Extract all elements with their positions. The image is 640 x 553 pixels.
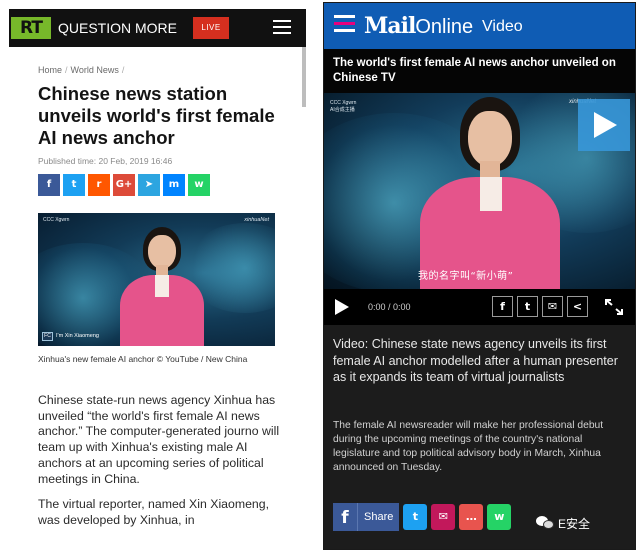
reddit-icon[interactable]: r bbox=[88, 174, 110, 196]
play-icon bbox=[335, 299, 349, 315]
video-channel-logo: CCC Xgwrn bbox=[43, 217, 70, 223]
rt-phone-screen: RT QUESTION MORE LIVE Home / World News / C… bbox=[9, 9, 306, 549]
video-corner-badge: FC bbox=[42, 332, 53, 341]
breadcrumb-world-news[interactable]: World News bbox=[71, 65, 119, 75]
rt-logo[interactable]: RT bbox=[11, 17, 51, 39]
video-title: The world's first female AI news anchor … bbox=[324, 49, 635, 93]
rt-header: RT QUESTION MORE LIVE bbox=[9, 9, 306, 47]
mailonline-logo[interactable]: MailOnline bbox=[364, 13, 473, 40]
fullscreen-icon[interactable] bbox=[604, 298, 624, 321]
video-time: 0:00 / 0:00 bbox=[368, 302, 411, 312]
published-time: Published time: 20 Feb, 2019 16:46 bbox=[38, 156, 173, 166]
mailonline-phone-screen: MailOnline Video The world's first femal… bbox=[323, 2, 636, 550]
facebook-icon[interactable]: f bbox=[492, 296, 513, 317]
facebook-icon: f bbox=[341, 508, 349, 528]
twitter-icon[interactable]: t bbox=[63, 174, 85, 196]
telegram-icon[interactable]: ➤ bbox=[138, 174, 160, 196]
video-caption: Xinhua's new female AI anchor © YouTube … bbox=[38, 354, 248, 364]
live-button[interactable]: LIVE bbox=[193, 17, 229, 39]
video-channel-logo-line1: CCC Xgwrn bbox=[330, 100, 357, 106]
article-body: Chinese state-run news agency Xinhua has… bbox=[38, 393, 284, 539]
breadcrumb-home[interactable]: Home bbox=[38, 65, 62, 75]
whatsapp-icon[interactable]: w bbox=[188, 174, 210, 196]
news-anchor-figure bbox=[414, 97, 564, 289]
email-icon[interactable]: ✉ bbox=[542, 296, 563, 317]
whatsapp-icon[interactable]: w bbox=[487, 504, 512, 530]
article-video[interactable]: CCC Xgwrn xinhuaNet FC I'm Xin Xiaomeng bbox=[38, 213, 275, 346]
messenger-icon[interactable]: m bbox=[163, 174, 185, 196]
play-button[interactable] bbox=[334, 298, 350, 321]
twitter-icon[interactable]: t bbox=[403, 504, 428, 530]
rt-tagline: QUESTION MORE bbox=[58, 20, 178, 36]
video-channel-logo-line2: AI合成主播 bbox=[330, 107, 355, 113]
google-plus-icon[interactable]: G+ bbox=[113, 174, 135, 196]
news-anchor-figure bbox=[116, 227, 206, 346]
video-channel-logo: CCC Xgwrn AI合成主播 bbox=[330, 100, 356, 114]
comment-icon[interactable]: … bbox=[459, 504, 484, 530]
share-bar: f Share t ✉ … w bbox=[333, 503, 512, 531]
breadcrumb-separator: / bbox=[121, 65, 125, 75]
video-controls: 0:00 / 0:00 f t ✉ < bbox=[324, 289, 635, 325]
wechat-icon bbox=[536, 515, 554, 531]
share-label: Share bbox=[357, 503, 399, 531]
play-overlay-button[interactable] bbox=[578, 99, 630, 151]
article-paragraph: Chinese state-run news agency Xinhua has… bbox=[38, 393, 280, 486]
video-brand: xinhuaNet bbox=[244, 217, 269, 223]
email-icon[interactable]: ✉ bbox=[431, 504, 456, 530]
breadcrumb: Home / World News / bbox=[38, 65, 127, 75]
article-description: The female AI newsreader will make her p… bbox=[333, 420, 604, 473]
video-lower-third: I'm Xin Xiaomeng bbox=[56, 333, 99, 339]
section-title[interactable]: Video bbox=[482, 17, 523, 37]
twitter-icon[interactable]: t bbox=[517, 296, 538, 317]
hamburger-menu-icon[interactable] bbox=[334, 15, 355, 37]
watermark: E安全 bbox=[536, 512, 590, 534]
screenshot-canvas: RT QUESTION MORE LIVE Home / World News / C… bbox=[0, 0, 640, 553]
share-bar: f t r G+ ➤ m w bbox=[38, 174, 210, 196]
scrollbar[interactable] bbox=[302, 47, 306, 107]
share-icon[interactable]: < bbox=[567, 296, 588, 317]
facebook-share-button[interactable]: f Share bbox=[333, 503, 400, 531]
video-share-buttons: f t ✉ < bbox=[492, 296, 588, 317]
article-paragraph: The virtual reporter, named Xin Xiaomeng… bbox=[38, 497, 270, 527]
article-headline: Video: Chinese state news agency unveils… bbox=[333, 337, 618, 384]
logo-online: Online bbox=[415, 16, 474, 38]
watermark-text: E安全 bbox=[558, 516, 591, 531]
facebook-icon[interactable]: f bbox=[38, 174, 60, 196]
video-subtitle: 我的名字叫“新小萌” bbox=[418, 271, 514, 282]
article-title: Chinese news station unveils world's fir… bbox=[38, 83, 275, 148]
breadcrumb-separator: / bbox=[65, 65, 68, 75]
video-player[interactable]: CCC Xgwrn AI合成主播 xinhuaNet 我的名字叫“新小萌” bbox=[324, 93, 635, 289]
hamburger-menu-icon[interactable] bbox=[273, 20, 291, 36]
mailonline-header: MailOnline Video bbox=[324, 3, 635, 49]
logo-mail: Mail bbox=[364, 13, 416, 39]
play-icon bbox=[594, 112, 617, 138]
